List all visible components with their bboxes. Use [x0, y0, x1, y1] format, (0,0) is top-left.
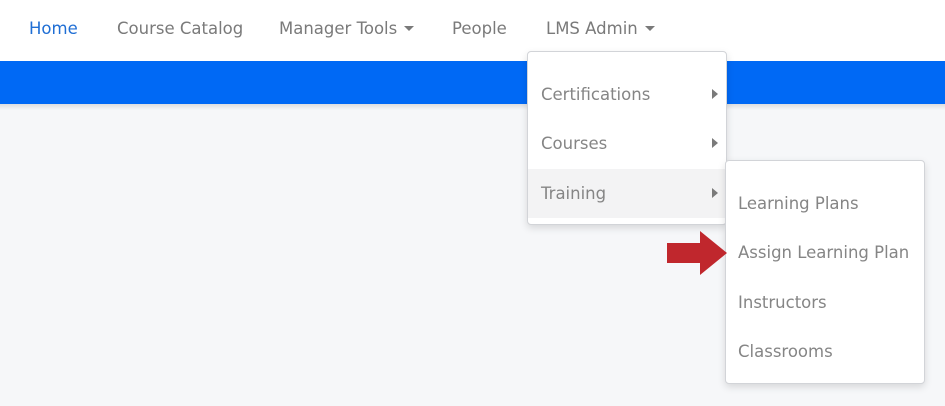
submenu-item-instructors-label: Instructors [738, 293, 827, 312]
menu-item-certifications-label: Certifications [541, 85, 651, 104]
nav-lms-admin-dropdown[interactable]: LMS Admin [546, 0, 655, 57]
nav-people-label: People [452, 19, 507, 38]
submenu-item-assign-learning-plan[interactable]: Assign Learning Plan [726, 228, 924, 277]
menu-item-courses[interactable]: Courses [528, 119, 726, 168]
top-navbar: Home Course Catalog Manager Tools People… [0, 0, 945, 61]
submenu-item-learning-plans[interactable]: Learning Plans [726, 179, 924, 228]
nav-manager-tools-label: Manager Tools [279, 19, 398, 38]
nav-people-link[interactable]: People [452, 0, 507, 57]
nav-home-link[interactable]: Home [29, 0, 78, 57]
submenu-item-classrooms-label: Classrooms [738, 342, 833, 361]
nav-lms-admin-label: LMS Admin [546, 19, 638, 38]
red-arrow-annotation-icon [667, 231, 727, 275]
band-shadow [0, 104, 945, 110]
lms-admin-dropdown-menu: Certifications Courses Training [527, 51, 727, 225]
nav-manager-tools-dropdown[interactable]: Manager Tools [279, 0, 415, 57]
caret-down-icon [404, 26, 415, 31]
training-submenu: Learning Plans Assign Learning Plan Inst… [725, 160, 925, 384]
submenu-item-classrooms[interactable]: Classrooms [726, 327, 924, 376]
submenu-item-instructors[interactable]: Instructors [726, 278, 924, 327]
nav-course-catalog-link[interactable]: Course Catalog [117, 0, 243, 57]
menu-item-training[interactable]: Training [528, 169, 726, 218]
submenu-item-learning-plans-label: Learning Plans [738, 194, 859, 213]
caret-right-icon [712, 89, 718, 99]
nav-course-catalog-label: Course Catalog [117, 19, 244, 38]
menu-item-courses-label: Courses [541, 134, 608, 153]
caret-down-icon [644, 26, 655, 31]
menu-item-certifications[interactable]: Certifications [528, 70, 726, 119]
submenu-item-assign-learning-plan-label: Assign Learning Plan [738, 243, 910, 262]
menu-item-training-label: Training [541, 184, 607, 203]
nav-home-label: Home [29, 19, 78, 38]
caret-right-icon [712, 138, 718, 148]
blue-header-band [0, 61, 945, 104]
caret-right-icon [712, 188, 718, 198]
